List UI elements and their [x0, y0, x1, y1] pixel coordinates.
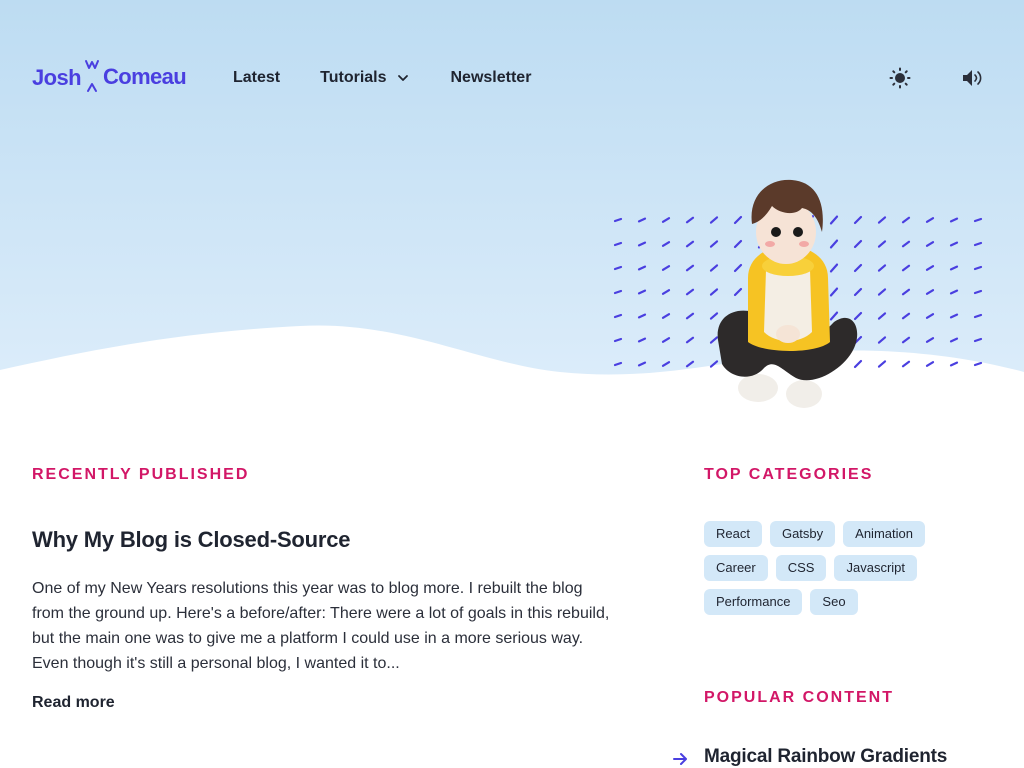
pattern-dash: [949, 313, 959, 319]
pattern-dash: [685, 240, 695, 248]
pattern-dash: [901, 288, 911, 296]
pattern-dash: [661, 289, 671, 295]
chevron-down-icon: [397, 75, 408, 81]
recently-published-heading: Recently Published: [32, 466, 250, 483]
category-tag-javascript[interactable]: Javascript: [834, 555, 918, 581]
pattern-dash: [685, 216, 695, 224]
pattern-dash: [637, 289, 647, 295]
pattern-dash: [613, 289, 623, 295]
pattern-dash: [901, 240, 911, 248]
pattern-dash: [901, 264, 911, 272]
logo-first-name: Josh: [32, 65, 82, 90]
logo-wiggle-icon: [84, 60, 99, 92]
pattern-dash: [637, 361, 647, 367]
post-excerpt: One of my New Years resolutions this yea…: [32, 580, 610, 672]
popular-content-heading: Popular Content: [704, 689, 894, 706]
sun-icon: [889, 67, 911, 89]
pattern-dash: [877, 312, 887, 320]
category-tag-performance[interactable]: Performance: [704, 589, 803, 615]
pattern-dash: [877, 360, 887, 368]
pattern-dash: [877, 240, 887, 248]
nav-tutorials-label: Tutorials: [320, 69, 387, 86]
pattern-dash: [949, 241, 959, 247]
pattern-dash: [637, 337, 647, 343]
popular-content-label: Magical Rainbow Gradients: [704, 746, 948, 767]
pattern-dash: [613, 337, 623, 343]
pattern-dash: [613, 313, 623, 319]
pattern-dash: [973, 337, 983, 343]
category-tag-animation[interactable]: Animation: [843, 521, 925, 547]
pattern-dash: [925, 241, 935, 247]
pattern-dash: [685, 360, 695, 368]
pattern-dash: [949, 265, 959, 271]
theme-toggle-button[interactable]: [886, 64, 914, 92]
site-logo[interactable]: Josh Comeau: [32, 56, 187, 96]
category-tag-seo[interactable]: Seo: [810, 589, 858, 615]
pattern-dash: [637, 217, 647, 223]
pattern-dash: [973, 241, 983, 247]
arrow-right-icon: [673, 753, 687, 765]
nav-latest[interactable]: Latest: [233, 66, 280, 90]
pattern-dash: [973, 265, 983, 271]
pattern-dash: [661, 265, 671, 271]
category-tag-css[interactable]: CSS: [775, 555, 827, 581]
nav-tutorials[interactable]: Tutorials: [320, 66, 408, 90]
pattern-dash: [685, 264, 695, 272]
pattern-dash: [613, 265, 623, 271]
pattern-dash: [901, 216, 911, 224]
main-nav: Latest Tutorials Newsletter: [233, 66, 531, 90]
pattern-dash: [661, 337, 671, 343]
pattern-dash: [973, 289, 983, 295]
pattern-dash: [661, 241, 671, 247]
pattern-dash: [877, 216, 887, 224]
pattern-dash: [637, 241, 647, 247]
pattern-dash: [685, 312, 695, 320]
pattern-dash: [661, 313, 671, 319]
speaker-icon: [963, 70, 982, 86]
pattern-dash: [949, 361, 959, 367]
pattern-dash: [973, 361, 983, 367]
pattern-dash: [661, 217, 671, 223]
pattern-dash: [685, 288, 695, 296]
category-tags: React Gatsby Animation Career CSS Javasc…: [704, 521, 944, 615]
pattern-dash: [901, 360, 911, 368]
category-tag-career[interactable]: Career: [704, 555, 768, 581]
pattern-dash: [877, 264, 887, 272]
category-tag-react[interactable]: React: [704, 521, 762, 547]
nav-newsletter[interactable]: Newsletter: [451, 66, 532, 90]
pattern-dash: [613, 361, 623, 367]
pattern-dash: [877, 336, 887, 344]
logo-last-name: Comeau: [102, 64, 187, 89]
read-more-link[interactable]: Read more: [32, 694, 115, 712]
pattern-dash: [949, 289, 959, 295]
pattern-dash: [925, 337, 935, 343]
pattern-dash: [925, 313, 935, 319]
pattern-dash: [613, 241, 623, 247]
pattern-dash: [925, 289, 935, 295]
pattern-dash: [637, 265, 647, 271]
avatar-illustration: [717, 179, 858, 408]
pattern-dash: [973, 217, 983, 223]
top-categories-heading: Top Categories: [704, 466, 874, 483]
pattern-dash: [925, 265, 935, 271]
category-tag-gatsby[interactable]: Gatsby: [769, 521, 836, 547]
pattern-dash: [925, 361, 935, 367]
pattern-dash: [661, 361, 671, 367]
pattern-dash: [949, 217, 959, 223]
pattern-dash: [901, 312, 911, 320]
pattern-dash: [877, 288, 887, 296]
pattern-dash: [973, 313, 983, 319]
pattern-dash: [901, 336, 911, 344]
popular-content-link[interactable]: Magical Rainbow Gradients: [672, 746, 947, 768]
pattern-dash: [949, 337, 959, 343]
pattern-dash: [925, 217, 935, 223]
pattern-dash: [613, 217, 623, 223]
pattern-dash: [637, 313, 647, 319]
post-title[interactable]: Why My Blog is Closed-Source: [32, 527, 351, 553]
pattern-dash: [685, 336, 695, 344]
sound-toggle-button[interactable]: [958, 64, 986, 92]
